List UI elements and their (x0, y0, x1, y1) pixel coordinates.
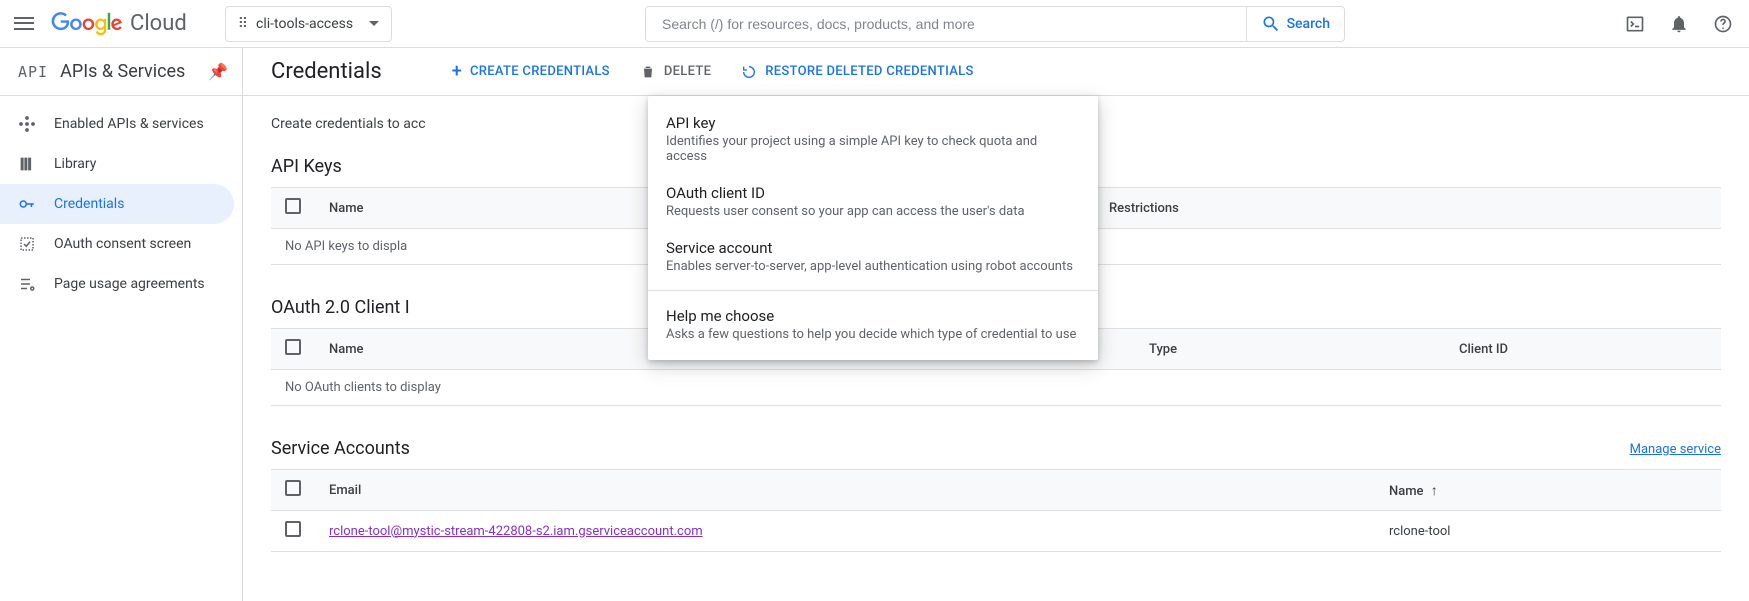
oauth-empty: No OAuth clients to display (271, 370, 1721, 406)
google-logo-icon (50, 12, 124, 36)
consent-icon (18, 235, 36, 253)
sidebar-item-label: OAuth consent screen (54, 236, 191, 252)
trash-icon (640, 64, 656, 80)
page-title: Credentials (271, 59, 382, 84)
select-all-checkbox[interactable] (285, 480, 301, 496)
sidebar-header: API APIs & Services 📌 (0, 48, 242, 96)
menu-separator (648, 290, 1098, 291)
notifications-icon[interactable] (1669, 14, 1689, 34)
sidebar-item-label: Enabled APIs & services (54, 116, 204, 132)
sidebar-item-library[interactable]: Library (0, 144, 242, 184)
search-icon (1261, 14, 1281, 34)
menu-item-service-account[interactable]: Service account Enables server-to-server… (648, 229, 1098, 284)
top-right-icons (1625, 0, 1733, 48)
sidebar-item-label: Credentials (54, 196, 124, 212)
api-icon: API (18, 63, 48, 81)
row-checkbox[interactable] (285, 521, 301, 537)
service-account-email-link[interactable]: rclone-tool@mystic-stream-422808-s2.iam.… (329, 524, 703, 539)
enabled-apis-icon (18, 115, 36, 133)
pin-icon[interactable]: 📌 (208, 62, 228, 81)
sidebar-item-oauth-consent[interactable]: OAuth consent screen (0, 224, 242, 264)
project-icon: ⠿ (238, 16, 246, 32)
restore-button[interactable]: RESTORE DELETED CREDENTIALS (741, 64, 973, 80)
menu-item-api-key[interactable]: API key Identifies your project using a … (648, 104, 1098, 174)
project-picker[interactable]: ⠿ cli-tools-access (225, 6, 392, 42)
col-email[interactable]: Email (315, 470, 1375, 511)
col-restrictions[interactable]: Restrictions (1095, 188, 1721, 229)
sidebar-nav: Enabled APIs & services Library Credenti… (0, 96, 242, 304)
search-input[interactable] (646, 7, 1246, 41)
col-name[interactable]: Name ↑ (1375, 470, 1721, 511)
agreement-icon (18, 275, 36, 293)
cloud-shell-icon[interactable] (1625, 14, 1645, 34)
google-cloud-logo[interactable]: Cloud (50, 11, 187, 36)
key-icon (18, 195, 36, 213)
library-icon (18, 155, 36, 173)
sidebar-title: APIs & Services (60, 61, 185, 82)
table-row: rclone-tool@mystic-stream-422808-s2.iam.… (271, 511, 1721, 552)
plus-icon: + (452, 61, 462, 82)
create-credentials-button[interactable]: + CREATE CREDENTIALS (452, 61, 610, 82)
sidebar-item-enabled-apis[interactable]: Enabled APIs & services (0, 104, 242, 144)
restore-icon (741, 64, 757, 80)
sidebar: API APIs & Services 📌 Enabled APIs & ser… (0, 48, 243, 601)
sort-asc-icon: ↑ (1431, 483, 1438, 499)
sidebar-item-label: Page usage agreements (54, 276, 205, 292)
col-type[interactable]: Type (1135, 329, 1445, 370)
service-accounts-table: Email Name ↑ rclone-tool@mystic-stream-4… (271, 469, 1721, 552)
main-content: Credentials + CREATE CREDENTIALS DELETE … (243, 48, 1749, 601)
col-name[interactable]: Name (315, 329, 655, 370)
menu-item-help-choose[interactable]: Help me choose Asks a few questions to h… (648, 297, 1098, 352)
delete-button[interactable]: DELETE (640, 64, 711, 80)
top-bar: Cloud ⠿ cli-tools-access Search (0, 0, 1749, 48)
select-all-checkbox[interactable] (285, 198, 301, 214)
project-name: cli-tools-access (256, 16, 353, 32)
search-button[interactable]: Search (1246, 7, 1344, 41)
menu-icon[interactable] (12, 12, 36, 36)
chevron-down-icon (369, 21, 379, 26)
menu-item-oauth-client[interactable]: OAuth client ID Requests user consent so… (648, 174, 1098, 229)
service-account-name: rclone-tool (1375, 511, 1721, 552)
section-service-accounts-title: Service Accounts (271, 438, 410, 459)
col-client-id[interactable]: Client ID (1445, 329, 1721, 370)
sidebar-item-label: Library (54, 156, 96, 172)
sidebar-item-page-usage[interactable]: Page usage agreements (0, 264, 242, 304)
select-all-checkbox[interactable] (285, 339, 301, 355)
search-box: Search (645, 6, 1345, 42)
cloud-word: Cloud (130, 11, 187, 36)
help-icon[interactable] (1713, 14, 1733, 34)
create-credentials-menu: API key Identifies your project using a … (648, 96, 1098, 360)
sidebar-item-credentials[interactable]: Credentials (0, 184, 234, 224)
manage-service-accounts-link[interactable]: Manage service (1630, 442, 1721, 457)
page-action-bar: Credentials + CREATE CREDENTIALS DELETE … (243, 48, 1749, 96)
